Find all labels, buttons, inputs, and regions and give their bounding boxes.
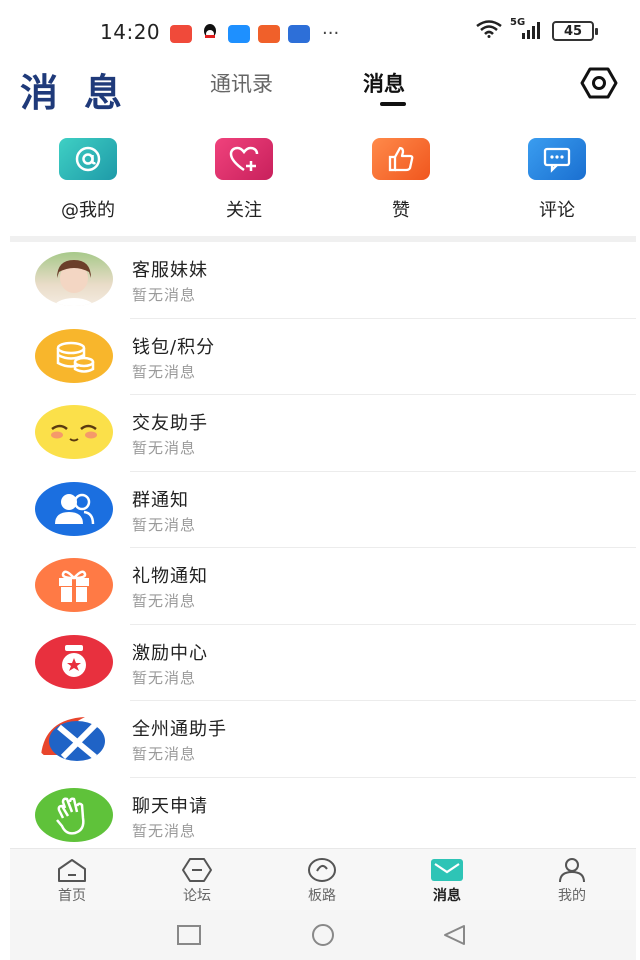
wifi-icon	[476, 20, 502, 42]
wallet-coins-icon	[35, 328, 113, 383]
tab-forum[interactable]: 论坛	[157, 857, 237, 905]
forum-icon	[180, 857, 214, 883]
quick-action-label: 赞	[392, 200, 410, 221]
status-app-icons: ···	[170, 22, 339, 46]
group-icon	[35, 481, 113, 536]
tab-label: 我的	[558, 888, 586, 904]
qq-app-icon	[200, 22, 220, 46]
item-title: 钱包/积分	[132, 336, 216, 358]
item-subtitle: 暂无消息	[132, 515, 197, 534]
smiley-face-icon	[35, 405, 113, 459]
comment-icon	[528, 138, 586, 180]
item-subtitle: 暂无消息	[132, 286, 197, 304]
tab-label: 论坛	[183, 888, 211, 904]
photo-app-icon	[258, 25, 280, 43]
quick-action-label: @我的	[61, 200, 115, 221]
battery-icon: 45	[552, 21, 598, 41]
chat-app-icon	[228, 25, 250, 43]
heart-plus-icon	[215, 138, 273, 180]
list-item[interactable]: 群通知 暂无消息	[10, 472, 636, 548]
item-title: 交友助手	[132, 413, 208, 434]
home-button-icon[interactable]	[310, 924, 336, 950]
header: 消息 通讯录 消息	[0, 62, 640, 115]
tab-profile[interactable]: 我的	[532, 857, 612, 905]
quick-action-label: 关注	[226, 200, 262, 221]
item-title: 聊天申请	[132, 795, 208, 817]
status-indicators: 5G 45	[476, 17, 598, 42]
mail-icon	[430, 857, 464, 883]
thumbs-up-icon	[372, 138, 430, 180]
system-navigation-bar	[10, 910, 636, 960]
item-subtitle: 暂无消息	[132, 362, 197, 381]
at-icon	[59, 138, 117, 180]
tab-label: 消息	[433, 888, 461, 904]
status-time: 14:20	[100, 20, 161, 44]
medal-icon	[35, 634, 113, 689]
profile-icon	[555, 857, 589, 883]
customer-service-avatar	[35, 252, 113, 306]
list-item[interactable]: 聊天申请 暂无消息	[10, 778, 636, 855]
signal-icon: 5G	[510, 17, 544, 41]
message-list: 客服妹妹 暂无消息 钱包/积分 暂无消息 交友助手 暂无消息 群通知 暂无消息 …	[10, 242, 636, 854]
recent-apps-icon[interactable]	[176, 924, 202, 950]
tab-messages-bottom[interactable]: 消息	[407, 857, 487, 905]
tab-home[interactable]: 首页	[32, 857, 112, 905]
tab-label: 板路	[308, 888, 336, 904]
tab-messages[interactable]: 消息	[363, 68, 405, 98]
wave-hand-icon	[35, 787, 113, 842]
quick-action-comment[interactable]: 评论	[502, 138, 612, 222]
list-item[interactable]: 客服妹妹 暂无消息	[10, 242, 636, 319]
quick-action-follow[interactable]: 关注	[189, 138, 299, 222]
settings-hexagon-icon[interactable]	[580, 66, 618, 100]
item-subtitle: 暂无消息	[132, 592, 197, 610]
item-subtitle: 暂无消息	[132, 821, 197, 840]
tab-contacts[interactable]: 通讯录	[210, 68, 273, 98]
item-subtitle: 暂无消息	[132, 745, 197, 763]
status-bar: 14:20 ··· 5G 45	[0, 0, 640, 62]
item-title: 群通知	[132, 489, 189, 511]
tab-banlu[interactable]: 板路	[282, 857, 362, 905]
weibo-app-icon	[170, 25, 192, 43]
quick-action-label: 评论	[539, 200, 575, 221]
item-title: 礼物通知	[132, 566, 208, 587]
list-item[interactable]: 全州通助手 暂无消息	[10, 701, 636, 778]
list-item[interactable]: 礼物通知 暂无消息	[10, 548, 636, 625]
active-tab-indicator	[380, 102, 406, 106]
list-item[interactable]: 钱包/积分 暂无消息	[10, 319, 636, 395]
status-more-icon: ···	[322, 23, 340, 44]
gift-icon	[35, 558, 113, 612]
browser-app-icon	[288, 25, 310, 43]
page-logo-title: 消息	[20, 71, 149, 115]
item-title: 激励中心	[132, 642, 208, 664]
back-icon[interactable]	[442, 924, 468, 950]
tab-label: 首页	[58, 888, 86, 904]
item-title: 客服妹妹	[132, 260, 208, 281]
bottom-tab-bar: 首页 论坛 板路 消息 我的	[10, 848, 636, 910]
banlu-icon	[305, 857, 339, 883]
item-subtitle: 暂无消息	[132, 668, 197, 687]
quanzhou-logo-icon	[35, 711, 113, 765]
quick-actions: @我的 关注 赞 评论	[0, 138, 640, 228]
item-title: 全州通助手	[132, 719, 227, 740]
list-item[interactable]: 激励中心 暂无消息	[10, 625, 636, 701]
quick-action-like[interactable]: 赞	[346, 138, 456, 222]
list-item[interactable]: 交友助手 暂无消息	[10, 395, 636, 472]
item-subtitle: 暂无消息	[132, 439, 197, 457]
home-icon	[55, 857, 89, 883]
quick-action-at-me[interactable]: @我的	[33, 138, 143, 222]
